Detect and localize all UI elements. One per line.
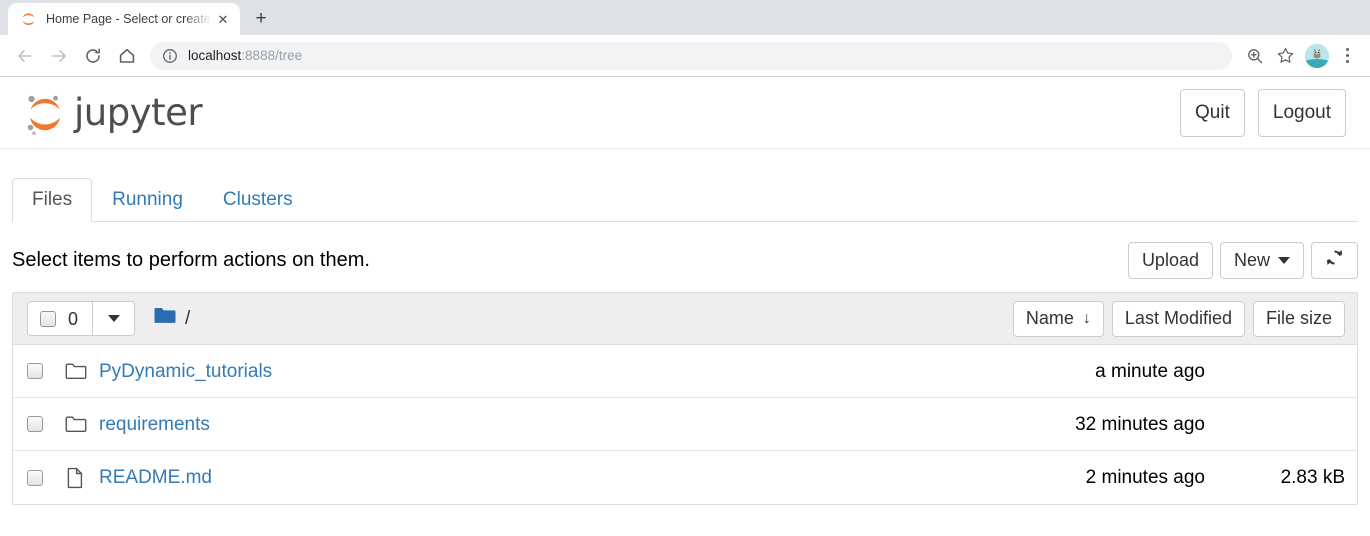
browser-tab[interactable]: Home Page - Select or create ✕ xyxy=(8,3,240,35)
three-dot-menu-icon[interactable] xyxy=(1334,41,1360,71)
reload-icon[interactable] xyxy=(76,39,110,73)
menu-dot xyxy=(1345,54,1349,57)
sort-by-name-button[interactable]: Name ↓ xyxy=(1012,300,1104,337)
select-all-group: 0 xyxy=(27,301,136,336)
sort-by-modified-button[interactable]: Last Modified xyxy=(1111,300,1245,337)
chevron-down-icon xyxy=(107,315,120,322)
checkbox-box xyxy=(27,363,43,379)
upload-button-label: Upload xyxy=(1141,249,1199,270)
menu-dot xyxy=(1345,48,1349,51)
sort-buttons: Name ↓ Last Modified File size xyxy=(1012,300,1345,337)
url-host: localhost xyxy=(188,48,242,63)
action-bar: Select items to perform actions on them.… xyxy=(12,240,1358,280)
tab-clusters[interactable]: Clusters xyxy=(203,178,313,222)
row-modified-time: 32 minutes ago xyxy=(1075,413,1205,435)
browser-toolbar: localhost:8888/tree xyxy=(0,35,1370,77)
table-row[interactable]: README.md 2 minutes ago 2.83 kB xyxy=(13,451,1357,504)
quit-button[interactable]: Quit xyxy=(1180,88,1245,137)
browser-chrome: Home Page - Select or create ✕ + localho… xyxy=(0,0,1370,77)
jupyter-body: Files Running Clusters Select items to p… xyxy=(0,178,1370,505)
sort-by-size-button[interactable]: File size xyxy=(1252,300,1345,337)
jupyter-favicon xyxy=(20,11,37,28)
address-bar-url: localhost:8888/tree xyxy=(188,48,302,63)
row-file-size: 2.83 kB xyxy=(1280,467,1345,488)
file-name-link[interactable]: requirements xyxy=(99,415,210,434)
jupyter-page-header: jupyter Quit Logout xyxy=(0,77,1370,149)
sort-name-label: Name xyxy=(1025,308,1074,328)
upload-button[interactable]: Upload xyxy=(1127,241,1213,279)
zoom-in-icon[interactable] xyxy=(1240,41,1270,71)
back-arrow-icon[interactable] xyxy=(8,39,42,73)
browser-tab-title: Home Page - Select or create xyxy=(46,12,211,26)
close-icon[interactable]: ✕ xyxy=(214,10,232,28)
row-checkbox[interactable] xyxy=(27,363,43,379)
main-tabs: Files Running Clusters xyxy=(12,178,1358,222)
logout-button[interactable]: Logout xyxy=(1257,88,1346,137)
star-icon[interactable] xyxy=(1270,41,1300,71)
forward-arrow-icon[interactable] xyxy=(42,39,76,73)
row-checkbox[interactable] xyxy=(27,416,43,432)
address-bar[interactable]: localhost:8888/tree xyxy=(150,41,1232,70)
home-icon[interactable] xyxy=(110,39,144,73)
row-modified-time: a minute ago xyxy=(1095,360,1205,382)
action-bar-buttons: Upload New xyxy=(1127,241,1358,279)
jupyter-logo[interactable]: jupyter xyxy=(22,90,203,136)
profile-avatar[interactable] xyxy=(1305,43,1329,68)
file-icon xyxy=(65,467,87,489)
file-list-header: 0 / Name ↓ Last Modified File size xyxy=(13,293,1357,345)
jupyter-page: jupyter Quit Logout Files Running Cluste… xyxy=(0,77,1370,505)
select-all-box[interactable]: 0 xyxy=(27,301,94,336)
folder-icon xyxy=(65,415,87,434)
refresh-icon xyxy=(1325,248,1344,272)
new-tab-button[interactable]: + xyxy=(246,3,276,33)
site-info-icon[interactable] xyxy=(162,48,178,64)
folder-icon xyxy=(65,362,87,381)
browser-tabstrip: Home Page - Select or create ✕ + xyxy=(0,0,1370,35)
refresh-button[interactable] xyxy=(1311,241,1358,279)
table-row[interactable]: requirements 32 minutes ago xyxy=(13,398,1357,451)
file-name-link[interactable]: README.md xyxy=(99,468,212,487)
table-row[interactable]: PyDynamic_tutorials a minute ago xyxy=(13,345,1357,398)
header-actions: Quit Logout xyxy=(1180,88,1346,137)
row-modified-time: 2 minutes ago xyxy=(1085,467,1205,488)
menu-dot xyxy=(1345,60,1349,63)
selected-count: 0 xyxy=(68,308,79,329)
tab-running[interactable]: Running xyxy=(92,178,203,222)
checkbox-box xyxy=(27,416,43,432)
checkbox-box xyxy=(27,469,43,486)
sort-descending-arrow-icon: ↓ xyxy=(1082,309,1091,327)
new-dropdown-button[interactable]: New xyxy=(1219,241,1304,279)
chevron-down-icon xyxy=(1278,256,1290,264)
file-list: 0 / Name ↓ Last Modified File size PyDyn… xyxy=(12,292,1358,505)
new-button-label: New xyxy=(1233,249,1270,270)
url-path: :8888/tree xyxy=(241,48,303,63)
tab-files[interactable]: Files xyxy=(12,178,93,222)
row-checkbox[interactable] xyxy=(27,469,43,486)
select-all-checkbox[interactable] xyxy=(40,310,56,327)
selection-hint: Select items to perform actions on them. xyxy=(12,249,370,271)
select-all-dropdown-button[interactable] xyxy=(93,301,136,336)
jupyter-logo-icon xyxy=(22,90,68,136)
breadcrumb-root-path[interactable]: / xyxy=(185,309,190,328)
file-name-link[interactable]: PyDynamic_tutorials xyxy=(99,362,272,381)
breadcrumb-folder-icon[interactable] xyxy=(153,306,177,331)
jupyter-logo-text: jupyter xyxy=(74,91,203,134)
breadcrumb: / xyxy=(153,306,190,331)
